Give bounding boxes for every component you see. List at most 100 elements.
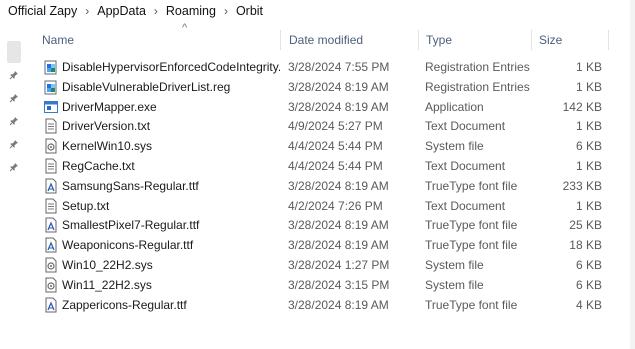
text-document-icon — [44, 198, 58, 214]
file-size: 25 KB — [569, 218, 602, 233]
file-row[interactable]: KernelWin10.sys 4/4/2024 5:44 PM System fi… — [28, 136, 618, 156]
file-date-modified: 4/2/2024 7:26 PM — [288, 198, 383, 213]
file-type: System file — [425, 139, 484, 154]
column-header-row: ^ Name Date modified Type Size — [28, 23, 618, 54]
file-row[interactable]: DisableVulnerableDriverList.reg 3/28/2024… — [28, 77, 618, 97]
file-name: DriverVersion.txt — [62, 119, 151, 134]
file-row[interactable]: RegCache.txt 4/4/2024 5:44 PM Text Documen… — [28, 156, 618, 176]
pin-icon[interactable] — [9, 139, 19, 149]
file-row[interactable]: DriverMapper.exe 3/28/2024 8:19 AM Applica… — [28, 97, 618, 117]
file-type: TrueType font file — [425, 238, 518, 253]
file-row[interactable]: DisableHypervisorEnforcedCodeIntegrity..… — [28, 57, 618, 77]
column-header-date-modified[interactable]: Date modified — [289, 33, 363, 47]
file-date-modified: 4/4/2024 5:44 PM — [288, 158, 383, 173]
file-type: System file — [425, 277, 484, 292]
file-name: Win11_22H2.sys — [62, 277, 152, 292]
file-row[interactable]: Win11_22H2.sys 3/28/2024 3:15 PM System fi… — [28, 275, 618, 295]
file-name: KernelWin10.sys — [62, 139, 153, 154]
breadcrumb-separator-icon[interactable]: › — [154, 4, 158, 18]
file-size: 1 KB — [575, 60, 602, 74]
file-date-modified: 4/9/2024 5:27 PM — [288, 119, 383, 134]
file-size: 142 KB — [562, 99, 602, 114]
file-type: Text Document — [425, 119, 506, 134]
file-size: 233 KB — [562, 178, 602, 193]
file-row[interactable]: Weaponicons-Regular.ttf 3/28/2024 8:19 AM… — [28, 235, 618, 255]
font-file-icon — [44, 217, 58, 233]
column-divider[interactable] — [531, 30, 532, 50]
text-document-icon — [44, 118, 58, 134]
breadcrumb-item[interactable]: AppData — [97, 4, 146, 18]
file-type: TrueType font file — [425, 297, 518, 312]
application-icon — [44, 99, 58, 115]
system-file-icon — [44, 257, 58, 273]
sort-ascending-icon[interactable]: ^ — [182, 23, 187, 34]
file-name: DriverMapper.exe — [62, 99, 157, 114]
file-row[interactable]: Win10_22H2.sys 3/28/2024 1:27 PM System fi… — [28, 255, 618, 275]
file-name: SmallestPixel7-Regular.ttf — [62, 218, 200, 233]
file-type: TrueType font file — [425, 218, 518, 233]
file-row[interactable]: Zappericons-Regular.ttf 3/28/2024 8:19 AM… — [28, 295, 618, 315]
file-name: Win10_22H2.sys — [62, 257, 153, 272]
file-date-modified: 3/28/2024 8:19 AM — [288, 238, 389, 253]
pin-icon[interactable] — [9, 93, 19, 103]
file-name: DisableHypervisorEnforcedCodeIntegrity..… — [62, 60, 280, 74]
font-file-icon — [44, 297, 58, 313]
file-size: 1 KB — [575, 158, 602, 173]
file-type: Registration Entries — [425, 60, 530, 74]
file-row[interactable]: DriverVersion.txt 4/9/2024 5:27 PM Text Do… — [28, 116, 618, 136]
breadcrumb-item[interactable]: Roaming — [166, 4, 216, 18]
file-date-modified: 3/28/2024 8:19 AM — [288, 79, 389, 94]
breadcrumb-separator-icon[interactable]: › — [85, 4, 89, 18]
file-type: System file — [425, 257, 484, 272]
registry-icon — [44, 79, 58, 95]
file-date-modified: 3/28/2024 7:55 PM — [288, 60, 390, 74]
registry-icon — [44, 59, 58, 75]
file-size: 18 KB — [569, 238, 602, 253]
breadcrumb: Official Zapy › AppData › Roaming › Orbit — [0, 0, 635, 22]
text-document-icon — [44, 158, 58, 174]
column-divider[interactable] — [280, 30, 281, 50]
file-name: Setup.txt — [62, 198, 110, 213]
file-size: 6 KB — [575, 139, 602, 154]
file-size: 4 KB — [575, 297, 602, 312]
file-date-modified: 3/28/2024 3:15 PM — [288, 277, 390, 292]
file-date-modified: 3/28/2024 8:19 AM — [288, 218, 389, 233]
nav-scroll-thumb[interactable] — [7, 41, 21, 63]
file-row[interactable]: SmallestPixel7-Regular.ttf 3/28/2024 8:19… — [28, 215, 618, 235]
file-size: 6 KB — [575, 277, 602, 292]
system-file-icon — [44, 138, 58, 154]
file-date-modified: 3/28/2024 1:27 PM — [288, 257, 390, 272]
file-name: Weaponicons-Regular.ttf — [62, 238, 194, 253]
file-type: Text Document — [425, 198, 506, 213]
file-row[interactable]: Setup.txt 4/2/2024 7:26 PM Text Document 1 … — [28, 196, 618, 216]
column-header-size[interactable]: Size — [539, 33, 562, 47]
file-size: 1 KB — [575, 198, 602, 213]
file-date-modified: 3/28/2024 8:19 AM — [288, 178, 389, 193]
file-list: DisableHypervisorEnforcedCodeIntegrity..… — [28, 57, 618, 314]
file-size: 6 KB — [575, 257, 602, 272]
file-name: Zappericons-Regular.ttf — [62, 297, 187, 312]
file-name: DisableVulnerableDriverList.reg — [62, 79, 231, 94]
file-size: 1 KB — [575, 79, 602, 94]
pin-icon[interactable] — [9, 116, 19, 126]
pin-icon[interactable] — [9, 70, 19, 80]
breadcrumb-item[interactable]: Official Zapy — [8, 4, 77, 18]
system-file-icon — [44, 277, 58, 293]
breadcrumb-item[interactable]: Orbit — [236, 4, 263, 18]
font-file-icon — [44, 237, 58, 253]
file-date-modified: 3/28/2024 8:19 AM — [288, 297, 389, 312]
column-header-type[interactable]: Type — [426, 33, 452, 47]
breadcrumb-separator-icon[interactable]: › — [224, 4, 228, 18]
column-header-name[interactable]: Name — [42, 33, 74, 47]
file-type: Registration Entries — [425, 79, 530, 94]
file-size: 1 KB — [575, 119, 602, 134]
navigation-pane — [0, 22, 28, 349]
column-divider[interactable] — [418, 30, 419, 50]
column-divider[interactable] — [608, 30, 609, 50]
file-date-modified: 3/28/2024 8:19 AM — [288, 99, 389, 114]
file-type: Application — [425, 99, 484, 114]
vertical-scrollbar[interactable] — [630, 0, 635, 349]
file-date-modified: 4/4/2024 5:44 PM — [288, 139, 383, 154]
pin-icon[interactable] — [9, 162, 19, 172]
file-row[interactable]: SamsungSans-Regular.ttf 3/28/2024 8:19 AM… — [28, 176, 618, 196]
